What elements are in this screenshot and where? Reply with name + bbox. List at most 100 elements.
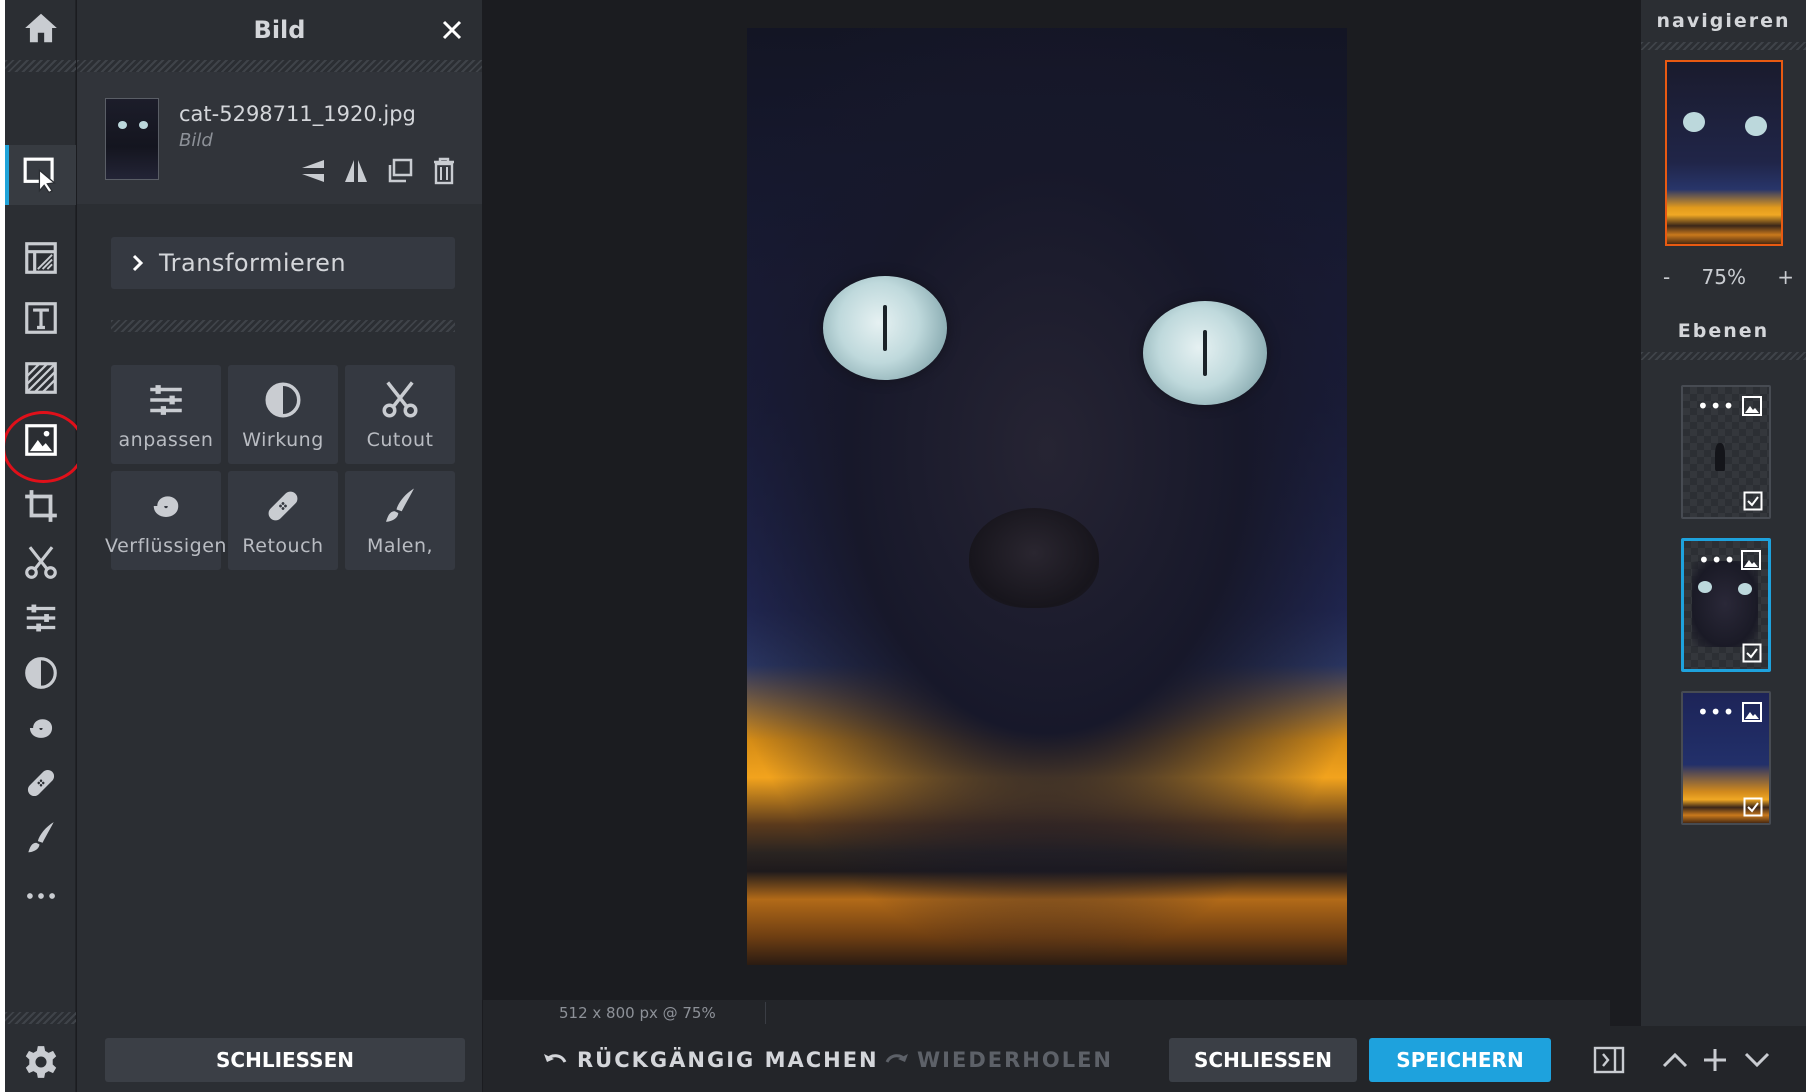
close-button[interactable]: SCHLIESSEN	[1169, 1038, 1357, 1082]
settings-icon[interactable]	[5, 1034, 76, 1090]
zoom-value: 75%	[1701, 265, 1746, 289]
undo-button[interactable]: RÜCKGÄNGIG MACHEN	[543, 1038, 879, 1082]
layer-item[interactable]: •••	[1681, 385, 1771, 519]
checkbox-icon[interactable]	[1742, 643, 1762, 663]
file-name: cat-5298711_1920.jpg	[179, 102, 416, 126]
cat-eye	[1143, 301, 1267, 405]
save-button[interactable]: SPEICHERN	[1369, 1038, 1551, 1082]
flip-vertical-icon[interactable]	[295, 154, 329, 188]
close-icon[interactable]	[430, 8, 474, 52]
file-card: cat-5298711_1920.jpg Bild	[77, 72, 482, 204]
mini-cat-eye	[1698, 581, 1712, 593]
navigator-thumbnail[interactable]	[1665, 60, 1783, 246]
chevron-up-icon[interactable]	[1655, 1040, 1695, 1080]
draw-icon[interactable]	[5, 810, 76, 866]
layer-item[interactable]: •••	[1681, 691, 1771, 825]
canvas-image[interactable]	[747, 28, 1347, 965]
tool-liquify-button[interactable]: Verflüssigen	[105, 471, 226, 570]
chevron-down-icon[interactable]	[1737, 1040, 1777, 1080]
layer-item-selected[interactable]: •••	[1681, 538, 1771, 672]
tool-paint-button[interactable]: Malen,	[345, 471, 455, 570]
navigate-heading: navigieren	[1656, 10, 1791, 32]
tool-label: Wirkung	[242, 428, 324, 451]
layers-style-icon[interactable]	[5, 230, 76, 286]
more-icon[interactable]: •••	[1697, 396, 1735, 416]
bandage-icon	[268, 491, 298, 520]
panel-title: Bild	[253, 16, 306, 44]
file-type: Bild	[179, 130, 213, 151]
checkbox-icon[interactable]	[1743, 491, 1763, 511]
flip-horizontal-icon[interactable]	[339, 154, 373, 188]
tool-effect-button[interactable]: Wirkung	[228, 365, 338, 464]
left-toolbar	[5, 0, 85, 1092]
layer-content-preview	[1715, 443, 1725, 471]
toolbar-divider	[5, 60, 76, 72]
file-actions	[295, 154, 461, 188]
trash-icon[interactable]	[427, 154, 461, 188]
layer-content-preview	[1692, 561, 1758, 647]
mini-cat-eye	[1745, 116, 1767, 136]
brush-icon	[386, 488, 414, 522]
sliders-icon	[150, 384, 182, 415]
collapse-panel-icon[interactable]	[1589, 1040, 1629, 1080]
highlight-annotation	[5, 411, 85, 483]
redo-label: WIEDERHOLEN	[917, 1048, 1113, 1072]
zoom-out-button[interactable]: -	[1663, 265, 1670, 289]
more-icon[interactable]: •••	[1697, 702, 1735, 722]
undo-label: RÜCKGÄNGIG MACHEN	[577, 1048, 879, 1072]
undo-icon	[544, 1054, 567, 1063]
mini-cat-eye	[1683, 112, 1705, 132]
toolbar-divider	[5, 1012, 76, 1024]
photo-editor-app: Bild cat-5298711_1920.jpg Bild Transform…	[5, 0, 1806, 1092]
image-icon	[1742, 702, 1762, 722]
text-icon[interactable]	[5, 290, 76, 346]
transform-section[interactable]: Transformieren	[111, 237, 455, 289]
status-bar: 512 x 800 px @ 75%	[483, 1000, 1610, 1026]
cat-nose	[969, 508, 1099, 608]
scissors-icon	[382, 380, 418, 417]
redo-button[interactable]: WIEDERHOLEN	[883, 1038, 1113, 1082]
plus-icon[interactable]	[1695, 1040, 1735, 1080]
canvas-area[interactable]	[483, 0, 1610, 1026]
tool-cutout-button[interactable]: Cutout	[345, 365, 455, 464]
pattern-icon[interactable]	[5, 350, 76, 406]
swirl-icon	[153, 495, 179, 517]
image-panel: Bild cat-5298711_1920.jpg Bild Transform…	[77, 0, 482, 1092]
mini-cat-eye	[1738, 583, 1752, 595]
tool-grid: anpassen Wirkung Cutout Verflüssigen Ret…	[105, 365, 455, 570]
image-icon	[1742, 396, 1762, 416]
transform-label: Transformieren	[159, 249, 347, 277]
zoom-control: - 75% +	[1641, 262, 1806, 292]
duplicate-icon[interactable]	[383, 154, 417, 188]
tool-label: Retouch	[242, 534, 324, 557]
retouch-icon[interactable]	[5, 755, 76, 811]
arrange-icon[interactable]	[5, 145, 76, 205]
tool-label: Malen,	[366, 534, 434, 557]
layers-heading: Ebenen	[1677, 320, 1770, 342]
tool-adjust-button[interactable]: anpassen	[111, 365, 221, 464]
chevron-right-icon	[132, 254, 144, 272]
contrast-icon	[265, 382, 301, 417]
panel-divider	[77, 60, 482, 72]
zoom-in-button[interactable]: +	[1777, 265, 1794, 289]
canvas-status: 512 x 800 px @ 75%	[559, 1004, 716, 1022]
crop-icon[interactable]	[5, 478, 76, 534]
liquify-icon[interactable]	[5, 700, 76, 756]
home-icon[interactable]	[5, 0, 76, 56]
tool-retouch-button[interactable]: Retouch	[228, 471, 338, 570]
cutout-icon[interactable]	[5, 535, 76, 591]
checkbox-icon[interactable]	[1743, 797, 1763, 817]
panel-divider	[1641, 352, 1806, 360]
effect-icon[interactable]	[5, 645, 76, 701]
more-icon[interactable]	[5, 868, 76, 924]
status-divider	[765, 1002, 766, 1024]
right-panel: navigieren - 75% + Ebenen ••• ••• •••	[1641, 0, 1806, 1026]
tool-label: anpassen	[118, 428, 214, 451]
panel-divider	[1641, 42, 1806, 50]
cat-eye	[823, 276, 947, 380]
more-icon[interactable]: •••	[1698, 550, 1736, 570]
adjust-icon[interactable]	[5, 590, 76, 646]
image-icon	[1741, 550, 1761, 570]
panel-close-button[interactable]: SCHLIESSEN	[105, 1038, 465, 1082]
tool-label: Verflüssigen	[105, 534, 227, 557]
